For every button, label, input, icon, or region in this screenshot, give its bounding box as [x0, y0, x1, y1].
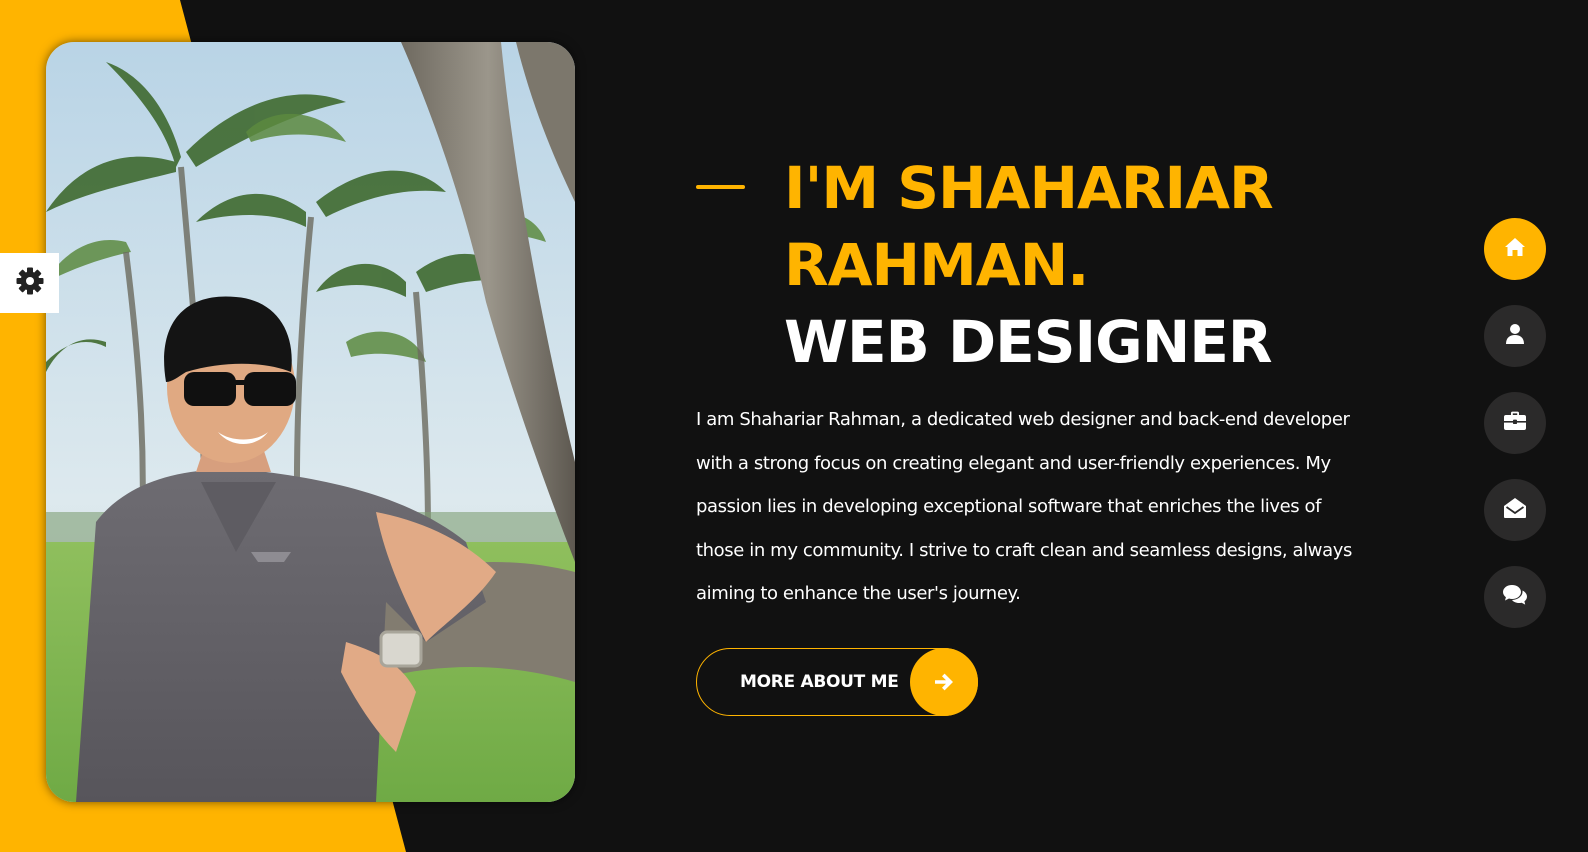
hero-title-name-line-2: RAHMAN.: [784, 231, 1089, 299]
envelope-open-icon: [1503, 497, 1527, 523]
title-accent-dash: [696, 185, 745, 189]
home-page: I'M SHAHARIAR RAHMAN. WEB DESIGNER I am …: [0, 0, 1588, 852]
home-icon: [1504, 237, 1526, 261]
more-about-me-label: MORE ABOUT ME: [740, 672, 899, 692]
nav-home-button[interactable]: [1484, 218, 1546, 280]
profile-photo: [46, 42, 575, 802]
arrow-right-icon: [910, 648, 978, 716]
nav-about-button[interactable]: [1484, 305, 1546, 367]
side-navigation: [1484, 218, 1546, 653]
settings-toggle-button[interactable]: [0, 253, 59, 313]
more-about-me-button[interactable]: MORE ABOUT ME: [696, 648, 978, 716]
user-icon: [1505, 323, 1525, 349]
nav-blog-button[interactable]: [1484, 566, 1546, 628]
hero-title-name-line-1: I'M SHAHARIAR: [784, 154, 1274, 222]
hero-bio: I am Shahariar Rahman, a dedicated web d…: [696, 409, 1352, 604]
nav-portfolio-button[interactable]: [1484, 392, 1546, 454]
nav-contact-button[interactable]: [1484, 479, 1546, 541]
briefcase-icon: [1503, 411, 1527, 435]
hero-title: I'M SHAHARIAR RAHMAN. WEB DESIGNER: [784, 150, 1274, 381]
gear-icon: [16, 267, 44, 299]
comments-icon: [1502, 584, 1528, 610]
hero-title-role: WEB DESIGNER: [784, 308, 1273, 376]
